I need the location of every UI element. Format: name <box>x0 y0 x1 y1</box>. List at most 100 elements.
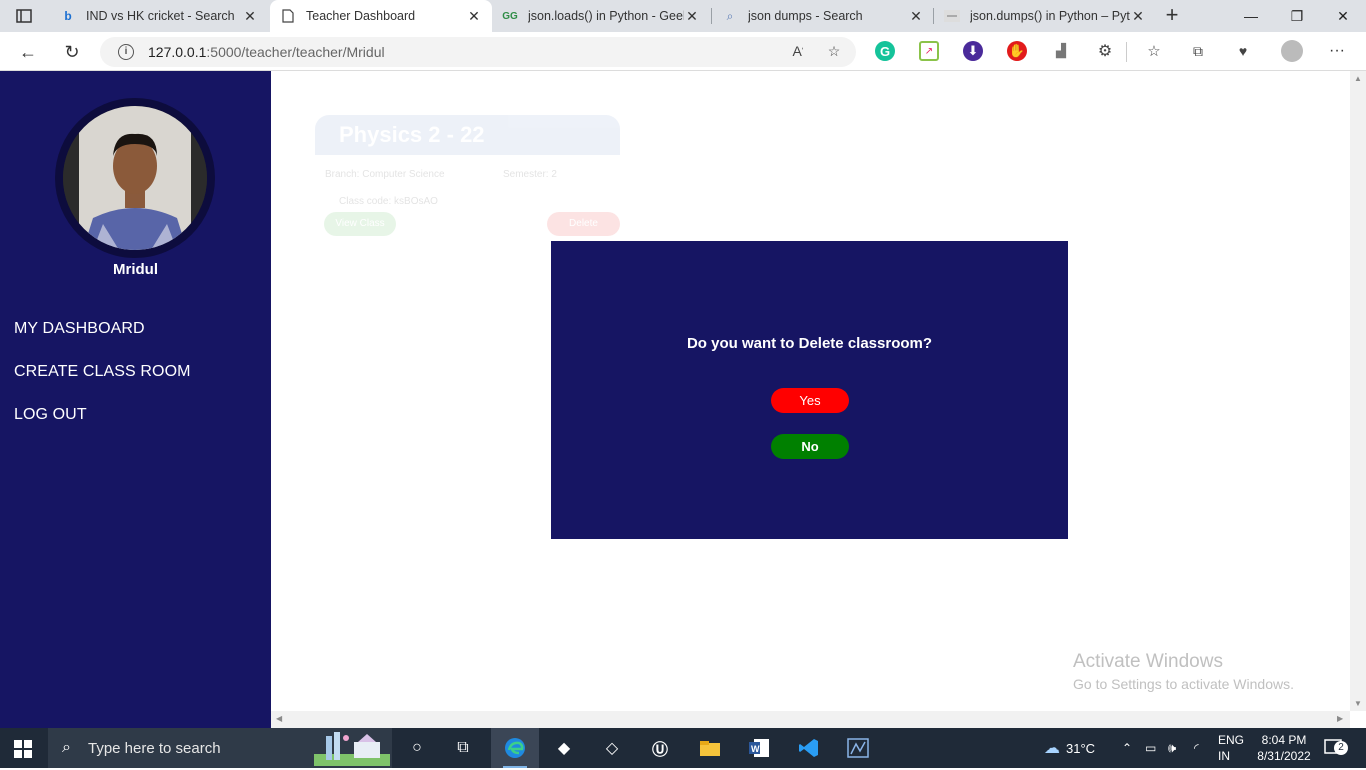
profile-avatar-icon[interactable] <box>1281 40 1303 62</box>
site-info-icon[interactable]: i <box>118 44 134 60</box>
windows-start-icon[interactable] <box>14 740 32 758</box>
vertical-scrollbar[interactable]: ▲ ▼ <box>1350 71 1366 711</box>
close-tab-icon[interactable]: ✕ <box>1130 8 1146 25</box>
extensions-icon[interactable]: ⚙ <box>1095 41 1115 61</box>
unreal-icon[interactable]: Ⓤ <box>645 733 675 763</box>
clock[interactable]: 8:04 PM 8/31/2022 <box>1254 728 1314 768</box>
search-highlight-icon <box>314 730 390 766</box>
download-extension-icon[interactable]: ⬇ <box>963 41 983 61</box>
vscode-icon[interactable] <box>794 733 824 763</box>
avatar-ring <box>55 98 215 258</box>
nav-my-dashboard[interactable]: MY DASHBOARD <box>14 320 145 338</box>
close-window-icon[interactable]: ✕ <box>1320 0 1366 32</box>
refresh-icon[interactable]: ↻ <box>58 38 86 66</box>
scroll-up-icon[interactable]: ▲ <box>1354 74 1362 83</box>
stats-extension-icon[interactable]: ▟ <box>1051 41 1071 61</box>
search-icon: ⌕ <box>62 739 71 756</box>
edge-taskbar-icon[interactable] <box>491 728 539 768</box>
close-tab-icon[interactable]: ✕ <box>242 8 258 25</box>
yes-button[interactable]: Yes <box>771 388 849 413</box>
language-indicator[interactable]: ENG IN <box>1218 728 1244 768</box>
cortana-icon[interactable]: ○ <box>402 733 432 763</box>
unity-icon[interactable]: ◇ <box>597 733 627 763</box>
battery-icon[interactable]: ▭ <box>1145 728 1156 768</box>
activate-windows-title: Activate Windows <box>1073 651 1223 672</box>
lang-top: ENG <box>1218 733 1245 747</box>
scroll-right-icon[interactable]: ▶ <box>1337 714 1343 723</box>
url-host: 127.0.0.1 <box>148 44 207 60</box>
nav-create-class-room[interactable]: CREATE CLASS ROOM <box>14 363 191 381</box>
file-explorer-icon[interactable] <box>695 733 725 763</box>
tab-teacher-dashboard[interactable]: Teacher Dashboard ✕ <box>270 0 492 32</box>
svg-text:W: W <box>751 744 760 754</box>
tab-cricket-search[interactable]: b IND vs HK cricket - Search ✕ <box>50 0 268 32</box>
nav-log-out[interactable]: LOG OUT <box>14 406 87 424</box>
card-class-code: Class code: ksBOsAO <box>339 196 438 207</box>
tab-json-dumps-search[interactable]: ⌕ json dumps - Search ✕ <box>712 0 934 32</box>
weather-widget[interactable]: ☁ 31°C <box>1044 728 1095 768</box>
back-icon[interactable]: ← <box>14 38 42 66</box>
weather-temp: 31°C <box>1066 740 1096 756</box>
screenshot-extension-icon[interactable]: ↗ <box>919 41 939 61</box>
url-path: :5000/teacher/teacher/Mridul <box>206 44 385 60</box>
minimize-icon[interactable]: — <box>1228 0 1274 32</box>
pyth-icon <box>944 8 960 24</box>
sidebar: Mridul MY DASHBOARD CREATE CLASS ROOM LO… <box>0 71 271 728</box>
no-button[interactable]: No <box>771 434 849 459</box>
delete-class-button[interactable]: Delete <box>547 212 620 236</box>
toolbar-divider <box>1126 42 1127 62</box>
address-bar[interactable]: i 127.0.0.1:5000/teacher/teacher/Mridul <box>100 37 856 67</box>
tray-chevron-icon[interactable]: ⌃ <box>1122 728 1132 768</box>
clock-date: 8/31/2022 <box>1257 749 1311 763</box>
scroll-left-icon[interactable]: ◀ <box>276 714 282 723</box>
word-icon[interactable]: W <box>744 733 774 763</box>
horizontal-scrollbar[interactable]: ◀ ▶ <box>271 711 1350 728</box>
close-tab-icon[interactable]: ✕ <box>466 8 482 25</box>
close-tab-icon[interactable]: ✕ <box>684 8 700 25</box>
favorite-add-icon[interactable]: ☆ <box>823 40 845 62</box>
taskbar-search-box[interactable]: ⌕ Type here to search <box>48 728 392 768</box>
search-icon: ⌕ <box>726 8 734 23</box>
volume-icon[interactable]: 🕪 <box>1168 728 1176 768</box>
browser-toolbar: ← ↻ i 127.0.0.1:5000/teacher/teacher/Mri… <box>0 32 1366 71</box>
modal-question: Do you want to Delete classroom? <box>686 335 933 352</box>
card-branch: Branch: Computer Science <box>325 169 445 180</box>
notifications-icon[interactable]: 2 <box>1324 728 1348 768</box>
restore-icon[interactable]: ❐ <box>1274 0 1320 32</box>
task-view-icon[interactable]: ⧉ <box>448 733 478 763</box>
scroll-down-icon[interactable]: ▼ <box>1354 699 1362 708</box>
read-aloud-icon[interactable]: Aʼ <box>787 40 809 62</box>
view-class-button[interactable]: View Class <box>324 212 396 236</box>
wifi-icon[interactable]: ◜ <box>1194 728 1199 768</box>
lang-bottom: IN <box>1218 749 1230 763</box>
card-semester: Semester: 2 <box>503 169 557 180</box>
card-body: Branch: Computer Science Semester: 2 Cla… <box>315 155 620 237</box>
activate-windows-subtitle: Go to Settings to activate Windows. <box>1073 676 1294 692</box>
page-icon <box>280 8 296 24</box>
collections-icon[interactable]: ⧉ <box>1188 41 1208 61</box>
new-tab-icon[interactable]: + <box>1160 4 1184 28</box>
close-tab-icon[interactable]: ✕ <box>908 8 924 25</box>
inkscape-icon[interactable]: ◆ <box>549 733 579 763</box>
app-icon[interactable] <box>843 733 873 763</box>
browser-tab-strip: b IND vs HK cricket - Search ✕ Teacher D… <box>0 0 1366 32</box>
weather-cloud-icon: ☁ <box>1044 740 1060 757</box>
browser-essentials-icon[interactable]: ♥ <box>1233 41 1253 61</box>
username: Mridul <box>113 261 158 278</box>
bing-icon: b <box>64 9 72 23</box>
main-content: Physics 2 - 22 Branch: Computer Science … <box>271 71 1350 711</box>
geeks-icon: GG <box>502 10 518 22</box>
delete-confirm-modal: Do you want to Delete classroom? Yes No <box>551 241 1068 539</box>
tab-json-loads[interactable]: GG json.loads() in Python - Geek ✕ <box>492 0 710 32</box>
page-viewport: Mridul MY DASHBOARD CREATE CLASS ROOM LO… <box>0 71 1366 728</box>
classroom-card: Physics 2 - 22 Branch: Computer Science … <box>315 115 620 237</box>
favorites-icon[interactable]: ☆ <box>1144 41 1164 61</box>
card-title: Physics 2 - 22 <box>315 115 620 155</box>
tab-json-dumps-python[interactable]: json.dumps() in Python – Pyth ✕ <box>934 0 1156 32</box>
more-menu-icon[interactable]: ··· <box>1327 41 1347 61</box>
adblock-icon[interactable]: ✋ <box>1007 41 1027 61</box>
tab-actions-icon[interactable] <box>8 4 40 28</box>
grammarly-icon[interactable]: G <box>875 41 895 61</box>
clock-time: 8:04 PM <box>1261 733 1307 747</box>
avatar <box>63 106 207 250</box>
